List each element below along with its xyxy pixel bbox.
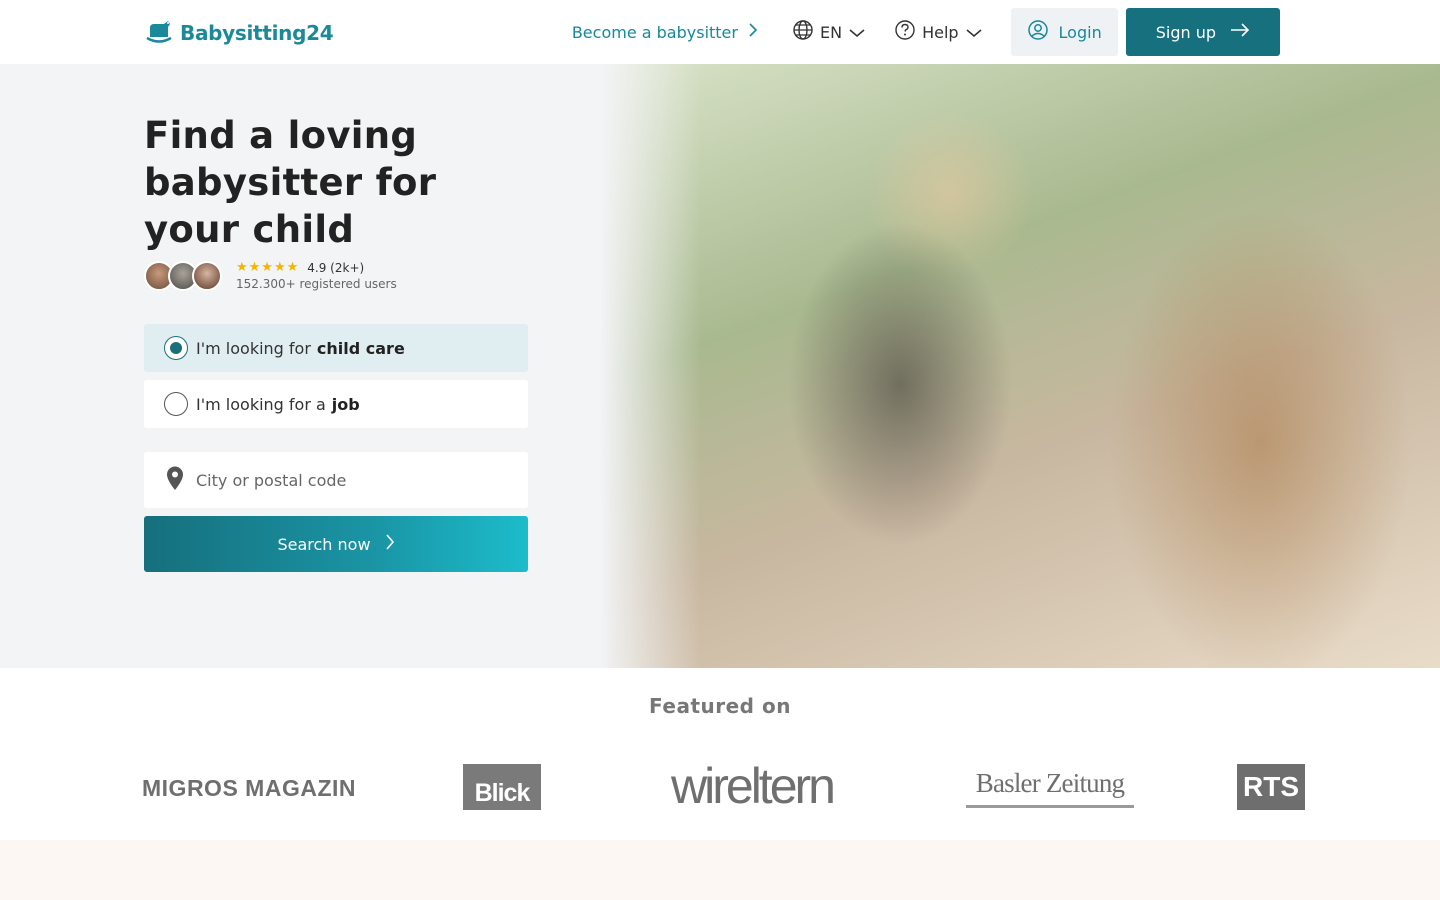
- press-logos: MIGROS MAGAZIN Blick wireltern Basler Ze…: [0, 758, 1440, 814]
- press-logo-rts: RTS: [1237, 764, 1305, 810]
- option-prefix: I'm looking for a: [196, 394, 326, 414]
- logo-text: Babysitting24: [180, 21, 334, 45]
- become-babysitter-link[interactable]: Become a babysitter: [572, 22, 758, 42]
- star-rating-icons: ★★★★★: [236, 260, 300, 275]
- chevron-down-icon: [965, 23, 983, 42]
- login-button[interactable]: Login: [1010, 8, 1118, 56]
- main-nav: Become a babysitter EN Help Login Sign u…: [572, 8, 1280, 56]
- press-logo-migros: MIGROS MAGAZIN: [142, 774, 356, 801]
- globe-icon: [792, 19, 814, 45]
- signup-button[interactable]: Sign up: [1125, 8, 1280, 56]
- option-child-care[interactable]: I'm looking for child care: [144, 324, 528, 372]
- chevron-right-icon: [385, 533, 395, 555]
- avatar: [192, 260, 222, 291]
- featured-title: Featured on: [649, 694, 791, 718]
- radio-unselected[interactable]: [164, 392, 188, 416]
- option-prefix: I'm looking for: [196, 338, 311, 358]
- option-emphasis: job: [331, 394, 360, 414]
- language-label: EN: [819, 22, 843, 42]
- signup-label: Sign up: [1155, 22, 1216, 42]
- arrow-right-icon: [1230, 22, 1250, 42]
- help-menu[interactable]: Help: [894, 19, 982, 45]
- chevron-down-icon: [848, 23, 866, 42]
- logo[interactable]: Babysitting24: [144, 18, 334, 48]
- rating-value: 4.9 (2k+): [307, 260, 365, 275]
- location-field[interactable]: [144, 452, 528, 508]
- help-label: Help: [922, 22, 959, 42]
- option-job[interactable]: I'm looking for a job: [144, 380, 528, 428]
- press-logo-basler-zeitung: Basler Zeitung: [966, 764, 1134, 808]
- location-input[interactable]: [196, 470, 516, 490]
- map-pin-icon: [164, 465, 186, 495]
- user-circle-icon: [1027, 19, 1049, 45]
- radio-selected[interactable]: [164, 336, 188, 360]
- rating-text: ★★★★★ 4.9 (2k+) 152.300+ registered user…: [236, 260, 397, 291]
- rocking-horse-logo-icon: [144, 18, 174, 48]
- hero-title: Find a loving babysitter for your child: [144, 114, 437, 251]
- press-logo-wireltern: wireltern: [671, 758, 836, 814]
- hero-section: Find a loving babysitter for your child …: [0, 64, 1440, 668]
- press-logo-blick: Blick: [463, 764, 541, 810]
- rating-summary: ★★★★★ 4.9 (2k+) 152.300+ registered user…: [144, 260, 397, 291]
- search-label: Search now: [277, 534, 371, 554]
- hero-photo-mother-and-child: [600, 64, 1440, 668]
- next-section-band: [0, 840, 1440, 900]
- site-header: Babysitting24 Become a babysitter EN Hel…: [0, 0, 1440, 64]
- become-babysitter-label: Become a babysitter: [571, 22, 738, 42]
- language-selector[interactable]: EN: [792, 19, 866, 45]
- option-emphasis: child care: [316, 338, 405, 358]
- user-avatars: [144, 260, 222, 291]
- login-label: Login: [1058, 22, 1102, 42]
- chevron-right-icon: [748, 22, 758, 42]
- registered-users: 152.300+ registered users: [236, 277, 397, 291]
- featured-section: Featured on MIGROS MAGAZIN Blick wirelte…: [0, 668, 1440, 840]
- help-circle-icon: [894, 19, 916, 45]
- search-button[interactable]: Search now: [144, 516, 528, 572]
